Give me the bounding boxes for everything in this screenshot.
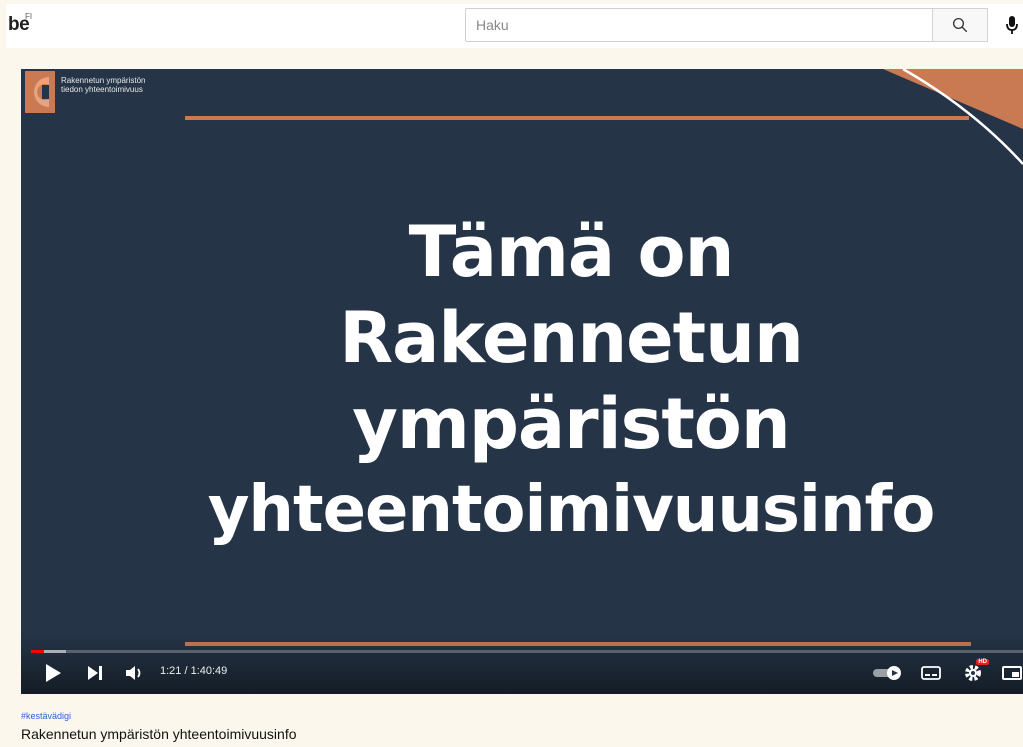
slide-title-line-1: Tämä on: [408, 211, 735, 293]
next-icon: [88, 666, 102, 680]
video-title: Rakennetun ympäristön yhteentoimivuusinf…: [21, 726, 297, 742]
volume-button[interactable]: [123, 661, 147, 685]
voice-search-button[interactable]: [1000, 12, 1023, 38]
miniplayer-button[interactable]: [1001, 663, 1023, 683]
country-code: FI: [25, 12, 33, 21]
autoplay-toggle-icon: [873, 666, 901, 680]
miniplayer-icon: [1002, 666, 1022, 680]
slide-org-line-2: tiedon yhteentoimivuus: [61, 85, 143, 94]
slide-title-line-2: Rakennetun: [339, 297, 804, 379]
play-button[interactable]: [41, 661, 65, 685]
subtitles-button[interactable]: [919, 663, 943, 683]
organization-logo: [25, 71, 55, 113]
time-display: 1:21 / 1:40:49: [160, 665, 228, 677]
microphone-icon: [1006, 16, 1018, 34]
top-bar: be FI: [6, 4, 1023, 48]
slide-org-line-1: Rakennetun ympäristön: [61, 76, 146, 85]
next-button[interactable]: [83, 661, 107, 685]
slide-title: Tämä on Rakennetun ympäristön yhteentoim…: [121, 209, 1021, 553]
video-player[interactable]: Rakennetun ympäristön tiedon yhteentoimi…: [21, 69, 1023, 694]
progress-played: [31, 650, 45, 653]
search-button[interactable]: [932, 8, 988, 42]
search-input[interactable]: [465, 8, 933, 42]
hd-badge: HD: [976, 659, 989, 665]
slide-divider-top: [185, 116, 969, 120]
settings-button[interactable]: HD: [961, 659, 989, 685]
autoplay-toggle[interactable]: [871, 663, 905, 683]
volume-icon: [126, 666, 141, 680]
play-icon: [46, 664, 61, 682]
hashtag-link[interactable]: #kestävädigi: [21, 711, 71, 721]
slide-organization-name: Rakennetun ympäristön tiedon yhteentoimi…: [61, 76, 146, 94]
page: be FI Rakennetun ympäristön tiedon yhtee: [0, 0, 1023, 747]
subtitles-icon: [921, 666, 941, 680]
search-icon: [952, 17, 968, 33]
slide-title-line-4: yhteentoimivuusinfo: [207, 473, 936, 547]
progress-bar[interactable]: [31, 650, 1023, 653]
slide-title-line-3: ympäristön: [352, 383, 790, 465]
